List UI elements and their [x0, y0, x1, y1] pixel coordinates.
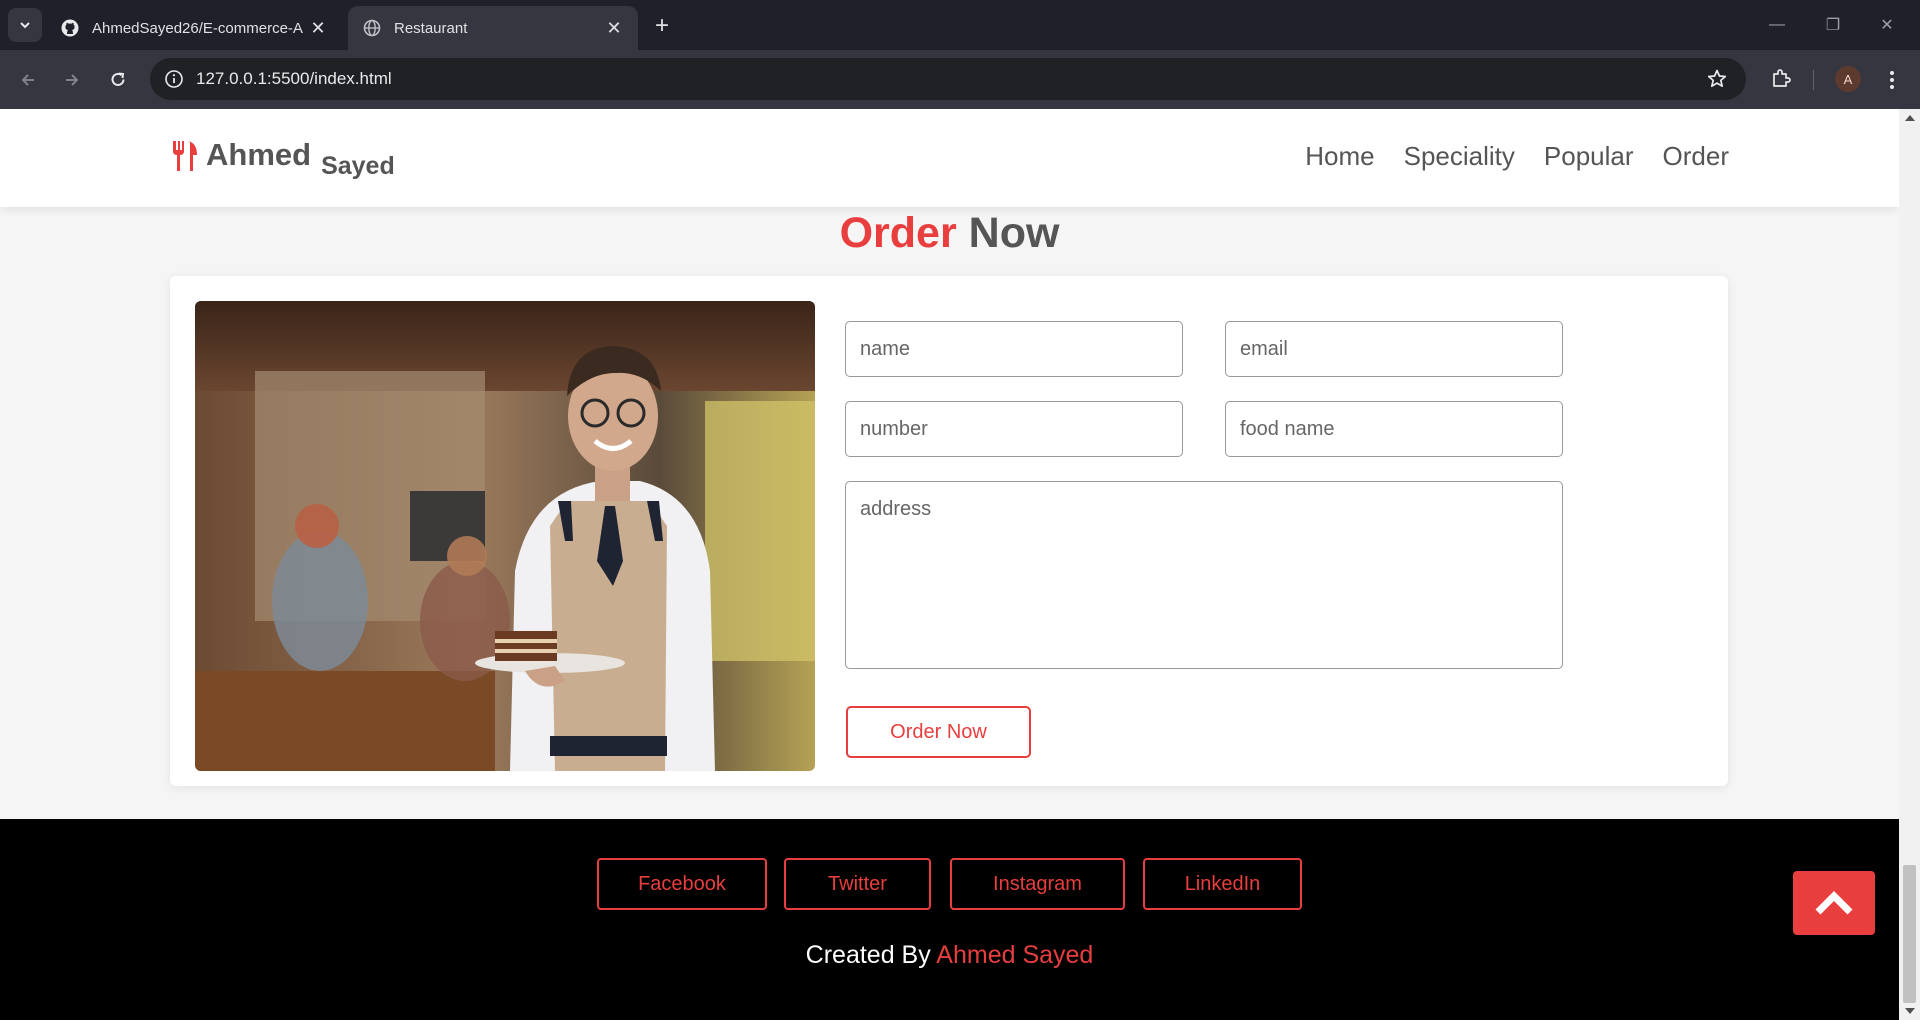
scroll-thumb[interactable]: [1903, 865, 1916, 1003]
chevron-down-icon: [20, 22, 30, 29]
url-text: 127.0.0.1:5500/index.html: [196, 69, 392, 88]
twitter-link[interactable]: Twitter: [784, 858, 931, 910]
scroll-to-top-button[interactable]: [1793, 871, 1875, 935]
tab-title: Restaurant: [394, 19, 468, 37]
credit-author: Ahmed Sayed: [936, 941, 1094, 969]
nav-link-popular[interactable]: Popular: [1544, 141, 1634, 172]
reload-icon: [111, 72, 125, 86]
address-bar[interactable]: 127.0.0.1:5500/index.html: [150, 58, 1746, 100]
order-now-button[interactable]: Order Now: [846, 706, 1031, 758]
title-rest: Now: [968, 209, 1060, 257]
site-info-icon[interactable]: [164, 69, 184, 89]
extensions-icon[interactable]: [1767, 64, 1795, 92]
title-highlight: Order: [839, 209, 957, 257]
instagram-link[interactable]: Instagram: [950, 858, 1125, 910]
name-field[interactable]: [845, 321, 1183, 377]
more-menu-icon[interactable]: [1882, 66, 1902, 94]
logo-first-name: Ahmed: [206, 137, 312, 172]
facebook-link[interactable]: Facebook: [597, 858, 767, 910]
arrow-left-icon: [21, 74, 34, 86]
address-field[interactable]: [845, 481, 1563, 669]
number-field[interactable]: [845, 401, 1183, 457]
nav-link-order[interactable]: Order: [1663, 141, 1729, 172]
tab-title: AhmedSayed26/E-commerce-A: [92, 19, 303, 37]
toolbar-divider: [1813, 70, 1814, 90]
site-header: Ahmed Sayed Home Speciality Popular Orde…: [0, 109, 1899, 207]
tab-search-button[interactable]: [8, 8, 42, 42]
back-button[interactable]: [12, 64, 44, 96]
page-viewport: Ahmed Sayed Home Speciality Popular Orde…: [0, 109, 1899, 1020]
tab-github[interactable]: AhmedSayed26/E-commerce-A ✕: [46, 6, 342, 50]
waiter-photo: [195, 301, 815, 771]
chevron-up-icon: [1815, 891, 1853, 915]
bookmark-star-icon[interactable]: [1706, 68, 1728, 90]
footer-credit: Created By Ahmed Sayed: [0, 941, 1899, 970]
tab-strip: AhmedSayed26/E-commerce-A ✕ Restaurant ✕…: [0, 0, 1920, 50]
scroll-up-arrow[interactable]: [1905, 115, 1915, 121]
nav-link-home[interactable]: Home: [1305, 141, 1374, 172]
reload-button[interactable]: [102, 64, 134, 96]
browser-chrome: AhmedSayed26/E-commerce-A ✕ Restaurant ✕…: [0, 0, 1920, 109]
close-icon[interactable]: ✕: [604, 18, 624, 38]
globe-icon: [362, 18, 382, 38]
food-name-field[interactable]: [1225, 401, 1563, 457]
new-tab-button[interactable]: +: [648, 12, 676, 40]
github-icon: [60, 18, 80, 38]
main-nav: Home Speciality Popular Order: [1305, 141, 1729, 172]
page-scrollbar[interactable]: [1899, 109, 1920, 1020]
arrow-right-icon: [66, 74, 79, 86]
scroll-down-arrow[interactable]: [1905, 1008, 1915, 1014]
utensils-icon: [173, 141, 197, 171]
email-field[interactable]: [1225, 321, 1563, 377]
logo-last-name: Sayed: [321, 152, 395, 180]
site-footer: Facebook Twitter Instagram LinkedIn Crea…: [0, 819, 1899, 1020]
order-card: Order Now: [170, 276, 1728, 786]
close-icon[interactable]: ✕: [308, 18, 328, 38]
browser-toolbar: 127.0.0.1:5500/index.html A: [0, 50, 1920, 109]
restore-icon[interactable]: ❐: [1818, 10, 1848, 40]
window-close-icon[interactable]: ✕: [1872, 10, 1902, 40]
profile-avatar[interactable]: A: [1835, 66, 1861, 92]
site-logo[interactable]: Ahmed Sayed: [170, 137, 395, 180]
nav-link-speciality[interactable]: Speciality: [1404, 141, 1515, 172]
tab-restaurant[interactable]: Restaurant ✕: [348, 6, 638, 50]
minimize-icon[interactable]: —: [1762, 10, 1792, 40]
forward-button[interactable]: [56, 64, 88, 96]
linkedin-link[interactable]: LinkedIn: [1143, 858, 1302, 910]
credit-prefix: Created By: [805, 941, 931, 969]
order-section-title: Order Now: [0, 209, 1899, 258]
